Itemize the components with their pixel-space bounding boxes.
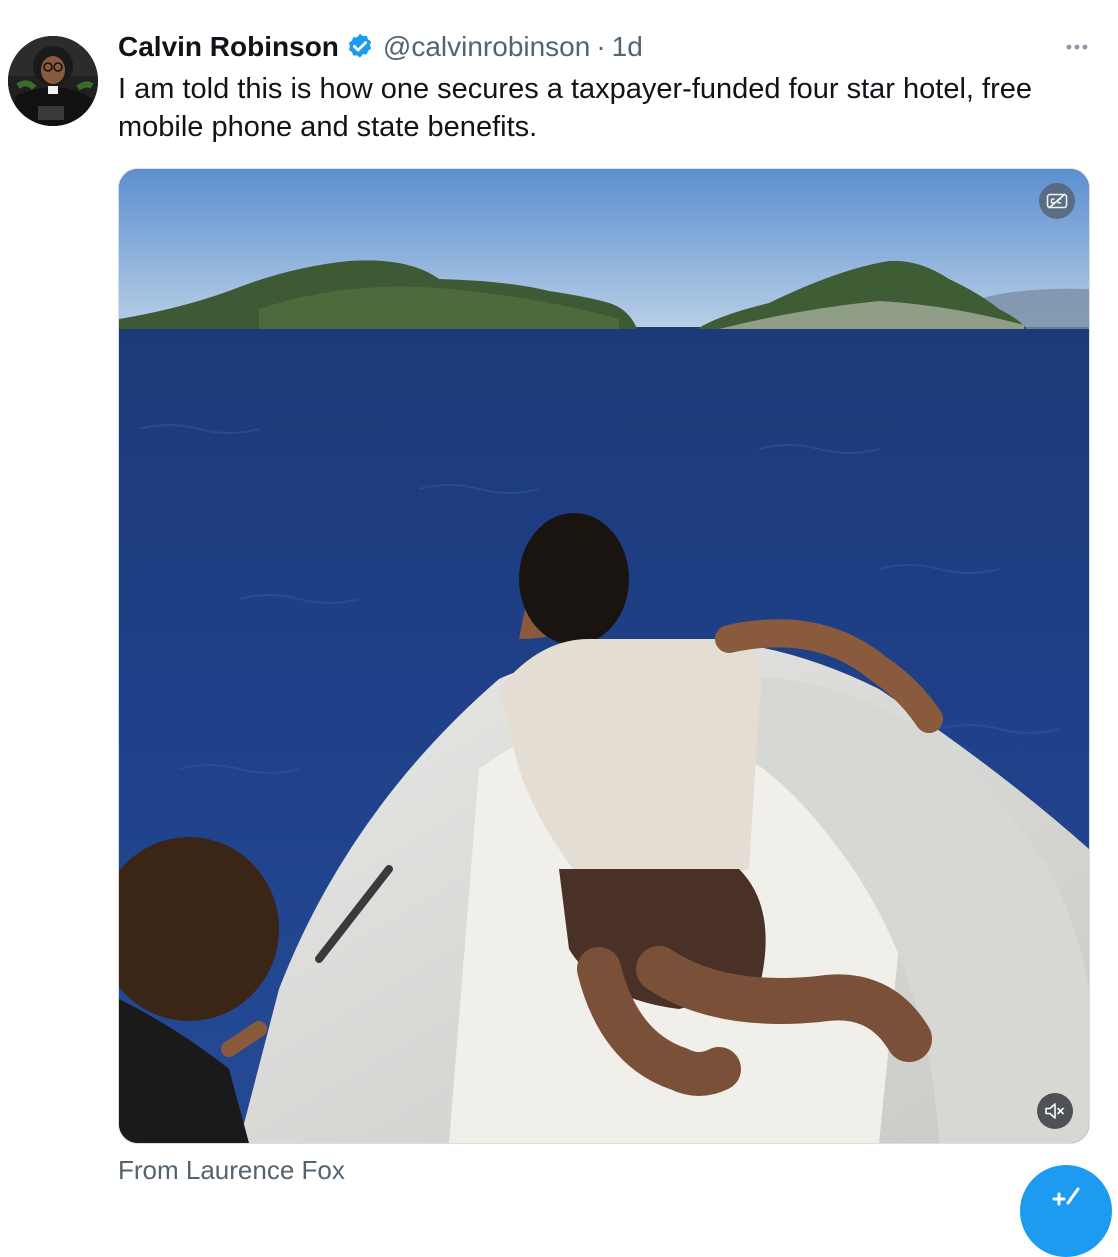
separator-dot: · (596, 31, 606, 62)
avatar-image (8, 36, 98, 126)
no-captions-icon[interactable] (1039, 183, 1075, 219)
author-handle[interactable]: @calvinrobinson (383, 31, 590, 63)
author-name[interactable]: Calvin Robinson (118, 31, 339, 63)
media-source-label[interactable]: From Laurence Fox (118, 1155, 345, 1186)
mute-icon[interactable] (1037, 1093, 1073, 1129)
compose-icon (1052, 1187, 1080, 1206)
tweet-header: Calvin Robinson @calvinrobinson · 1d (118, 28, 643, 66)
tweet-video[interactable] (118, 168, 1090, 1144)
video-frame (119, 169, 1089, 1143)
timestamp[interactable]: 1d (612, 31, 643, 63)
compose-button[interactable] (1020, 1165, 1112, 1257)
avatar[interactable] (8, 36, 98, 126)
more-icon[interactable] (1060, 30, 1094, 64)
tweet-text: I am told this is how one secures a taxp… (118, 73, 1032, 143)
verified-badge-icon (345, 32, 375, 62)
